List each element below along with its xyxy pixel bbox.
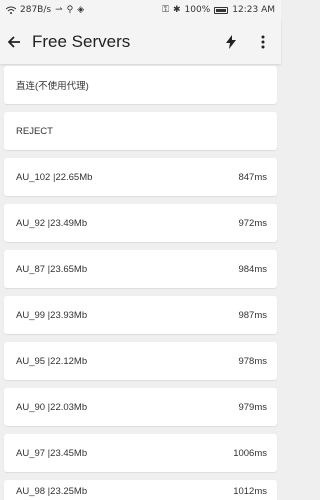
status-left: 287B/s ⇀ ⚲ ◈: [6, 5, 84, 15]
more-options-icon[interactable]: [253, 35, 273, 49]
server-name: AU_87 |23.65Mb: [16, 263, 88, 275]
server-name: AU_102 |22.65Mb: [16, 171, 93, 183]
notification-icon: ◈: [77, 4, 85, 15]
server-name: AU_90 |22.03Mb: [16, 401, 88, 413]
server-name: AU_97 |23.45Mb: [16, 447, 88, 459]
wifi-icon: [6, 6, 16, 14]
server-latency: 972ms: [238, 217, 267, 229]
clock: 12:23 AM: [232, 5, 275, 15]
key-icon: ⚿: [162, 4, 169, 15]
server-name: AU_99 |23.93Mb: [16, 309, 88, 321]
server-item[interactable]: AU_92 |23.49Mb 972ms: [4, 204, 277, 242]
server-item[interactable]: AU_97 |23.45Mb 1006ms: [4, 434, 277, 472]
back-arrow-icon[interactable]: [8, 35, 22, 49]
battery-icon: [214, 6, 229, 14]
server-item[interactable]: AU_99 |23.93Mb 987ms: [4, 296, 277, 334]
server-item[interactable]: AU_87 |23.65Mb 984ms: [4, 250, 277, 288]
server-item[interactable]: AU_102 |22.65Mb 847ms: [4, 158, 277, 196]
server-name: AU_98 |23.25Mb: [16, 486, 88, 497]
server-name: REJECT: [16, 125, 53, 137]
server-latency: 847ms: [238, 171, 267, 183]
page-title: Free Servers: [32, 32, 131, 51]
server-latency: 984ms: [238, 263, 267, 275]
usb-icon: ⚲: [66, 4, 74, 15]
lightning-icon[interactable]: [221, 35, 241, 49]
server-name: AU_95 |22.12Mb: [16, 355, 88, 367]
server-latency: 1012ms: [233, 486, 267, 497]
server-latency: 987ms: [238, 309, 267, 321]
server-item[interactable]: AU_98 |23.25Mb 1012ms: [4, 480, 277, 500]
battery-percent: 100%: [184, 5, 211, 15]
server-latency: 1006ms: [233, 447, 267, 459]
server-item[interactable]: AU_95 |22.12Mb 978ms: [4, 342, 277, 380]
network-speed: 287B/s: [20, 5, 52, 15]
server-latency: 978ms: [238, 355, 267, 367]
status-right: ⚿ ✱ 100% 12:23 AM: [162, 5, 275, 15]
server-name: 直连(不使用代理): [16, 81, 89, 92]
server-item[interactable]: 直连(不使用代理): [4, 66, 277, 104]
server-item[interactable]: REJECT: [4, 112, 277, 150]
app-bar: Free Servers: [0, 20, 281, 64]
signal-arrow-icon: ⇀: [55, 4, 63, 15]
status-bar: 287B/s ⇀ ⚲ ◈ ⚿ ✱ 100% 12:23 AM: [0, 0, 281, 20]
server-latency: 979ms: [238, 401, 267, 413]
server-name: AU_92 |23.49Mb: [16, 217, 88, 229]
bluetooth-icon: ✱: [172, 4, 181, 15]
server-item[interactable]: AU_90 |22.03Mb 979ms: [4, 388, 277, 426]
